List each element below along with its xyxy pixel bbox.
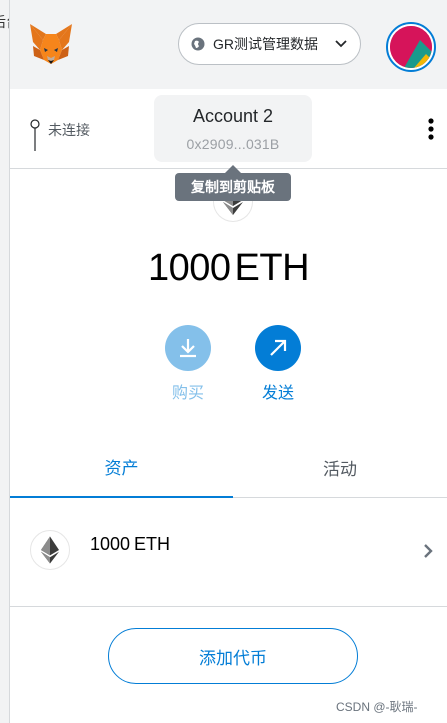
- asset-list-item[interactable]: 1000 ETH: [10, 499, 447, 607]
- account-avatar-button[interactable]: [386, 22, 436, 72]
- tab-bar: 资产 活动: [10, 436, 447, 498]
- balance-unit: ETH: [234, 247, 310, 289]
- balance-amount: 1000: [147, 247, 231, 289]
- connection-status-text: 未连接: [48, 122, 90, 138]
- avatar: [390, 26, 432, 68]
- download-icon: [180, 339, 196, 358]
- chevron-right-icon: [424, 544, 433, 558]
- asset-amount: 1000: [90, 534, 131, 554]
- buy-button-circle[interactable]: [165, 325, 211, 371]
- tab-assets[interactable]: 资产: [10, 436, 233, 498]
- chevron-down-icon: [335, 40, 347, 48]
- tab-activity[interactable]: 活动: [233, 436, 447, 498]
- account-copy-button[interactable]: Account 2 0x2909...031B: [154, 95, 312, 162]
- connection-status[interactable]: 未连接: [30, 119, 90, 151]
- buy-button[interactable]: 购买: [153, 325, 223, 403]
- copy-tooltip: 复制到剪贴板: [175, 173, 291, 201]
- identicon-icon: [390, 26, 432, 68]
- disconnected-pin-icon: [30, 119, 40, 151]
- send-button-circle[interactable]: [255, 325, 301, 371]
- add-token-button[interactable]: 添加代币: [108, 628, 358, 684]
- globe-icon: [191, 37, 205, 51]
- arrow-up-right-icon: [270, 339, 287, 356]
- send-button[interactable]: 发送: [243, 325, 313, 403]
- clipped-text: 后台: [0, 12, 9, 32]
- tooltip-arrow: [225, 165, 241, 173]
- app-header: GR测试管理数据: [10, 0, 447, 89]
- buy-label: 购买: [171, 385, 204, 402]
- action-buttons: 购买 发送: [10, 325, 447, 405]
- balance-display: 1000 ETH: [10, 247, 447, 290]
- account-name: Account 2: [192, 106, 274, 126]
- network-label: GR测试管理数据: [213, 36, 318, 52]
- send-label: 发送: [261, 385, 294, 402]
- watermark: CSDN @-耿瑞-: [336, 700, 418, 714]
- kebab-menu-icon[interactable]: [428, 118, 434, 140]
- eth-token-icon: [30, 530, 70, 570]
- account-bar: 未连接 Account 2 0x2909...031B: [10, 89, 447, 169]
- network-selector[interactable]: GR测试管理数据: [178, 23, 361, 65]
- metamask-popup: GR测试管理数据 未连接 Account 2 0x2909...031B 复制到…: [10, 0, 447, 723]
- wallet-page: 后台 GR测试管理数据: [0, 0, 447, 723]
- account-address: 0x2909...031B: [186, 136, 280, 152]
- asset-symbol: ETH: [134, 534, 171, 554]
- metamask-fox-logo[interactable]: [28, 22, 74, 66]
- left-clipped-panel: 后台: [0, 0, 10, 723]
- asset-balance: 1000 ETH: [90, 534, 170, 555]
